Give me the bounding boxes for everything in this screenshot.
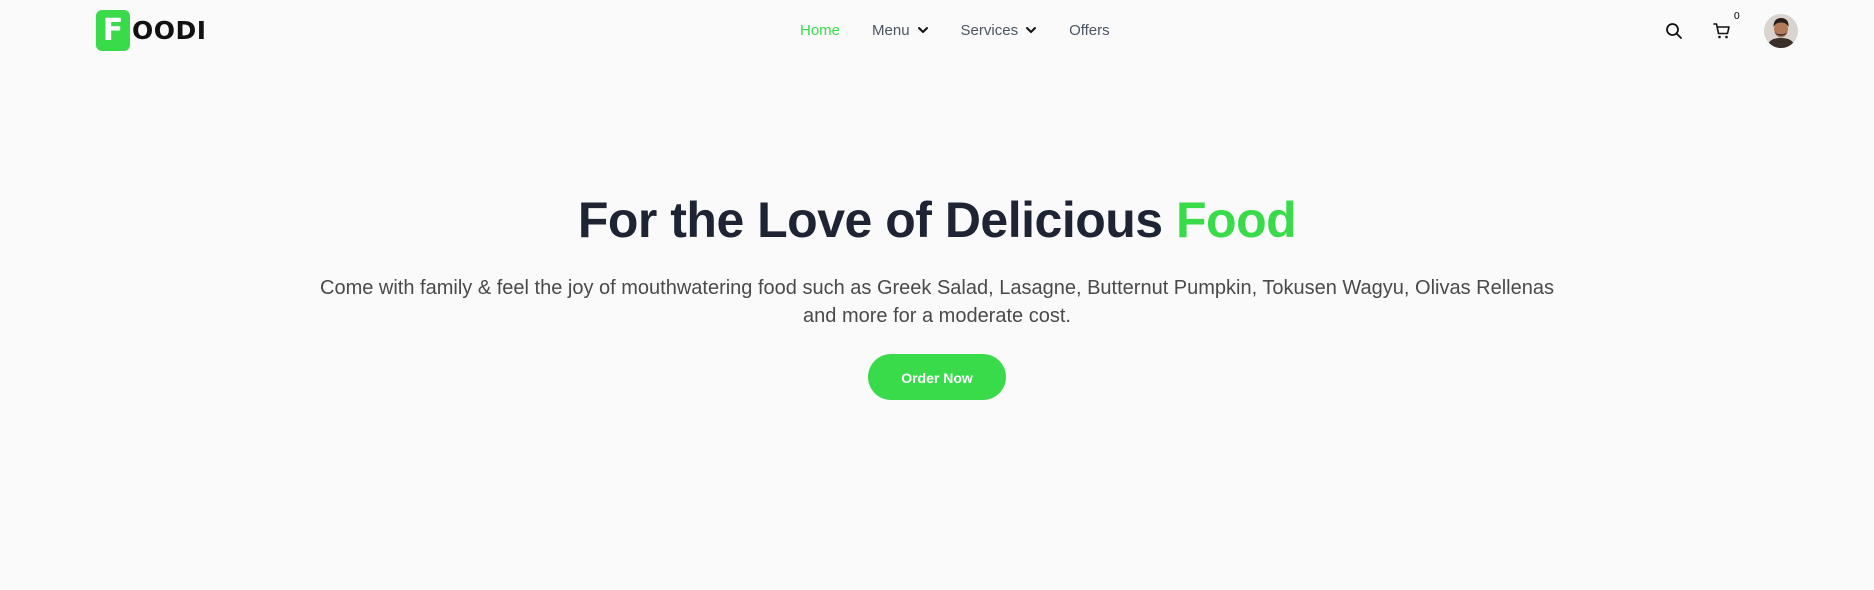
nav-actions: 0 — [1662, 11, 1798, 48]
chevron-down-icon — [917, 27, 928, 33]
cart-icon — [1713, 23, 1730, 39]
nav-link-home-label: Home — [800, 21, 841, 39]
cart-count-badge: 0 — [1733, 11, 1740, 22]
hero-description: Come with family & feel the joy of mouth… — [320, 277, 1554, 327]
nav-link-offers-label: Offers — [1069, 21, 1110, 39]
order-now-button[interactable]: Order Now — [868, 354, 1006, 400]
brand-logo[interactable]: F OODI — [96, 10, 207, 51]
hero-title: For the Love of Delicious Food — [0, 180, 1874, 260]
logo-text: OODI — [132, 16, 207, 45]
avatar[interactable] — [1764, 14, 1798, 48]
hero-title-accent: Food — [1176, 192, 1297, 248]
hero-title-main: For the Love of Delicious — [577, 192, 1163, 248]
hero-section: For the Love of Delicious Food Come with… — [0, 180, 1874, 400]
nav-link-offers[interactable]: Offers — [1069, 22, 1110, 39]
nav-link-home[interactable]: Home — [800, 22, 840, 39]
search-icon — [1666, 23, 1682, 39]
chevron-down-icon — [1026, 27, 1037, 33]
nav-link-menu[interactable]: Menu — [872, 22, 929, 39]
nav-link-menu-label: Menu — [872, 21, 910, 39]
nav-link-services-label: Services — [960, 21, 1019, 39]
main-nav: Home Menu Services Offers — [800, 18, 1142, 42]
search-button[interactable] — [1662, 19, 1686, 43]
page: F OODI Home Menu Services Offers 0 For t… — [0, 0, 1874, 590]
logo-badge: F — [96, 10, 130, 51]
user-avatar-icon — [1764, 14, 1798, 48]
cart-button[interactable]: 0 — [1710, 11, 1740, 43]
nav-link-services[interactable]: Services — [961, 22, 1038, 39]
navbar: F OODI Home Menu Services Offers 0 — [0, 0, 1874, 60]
